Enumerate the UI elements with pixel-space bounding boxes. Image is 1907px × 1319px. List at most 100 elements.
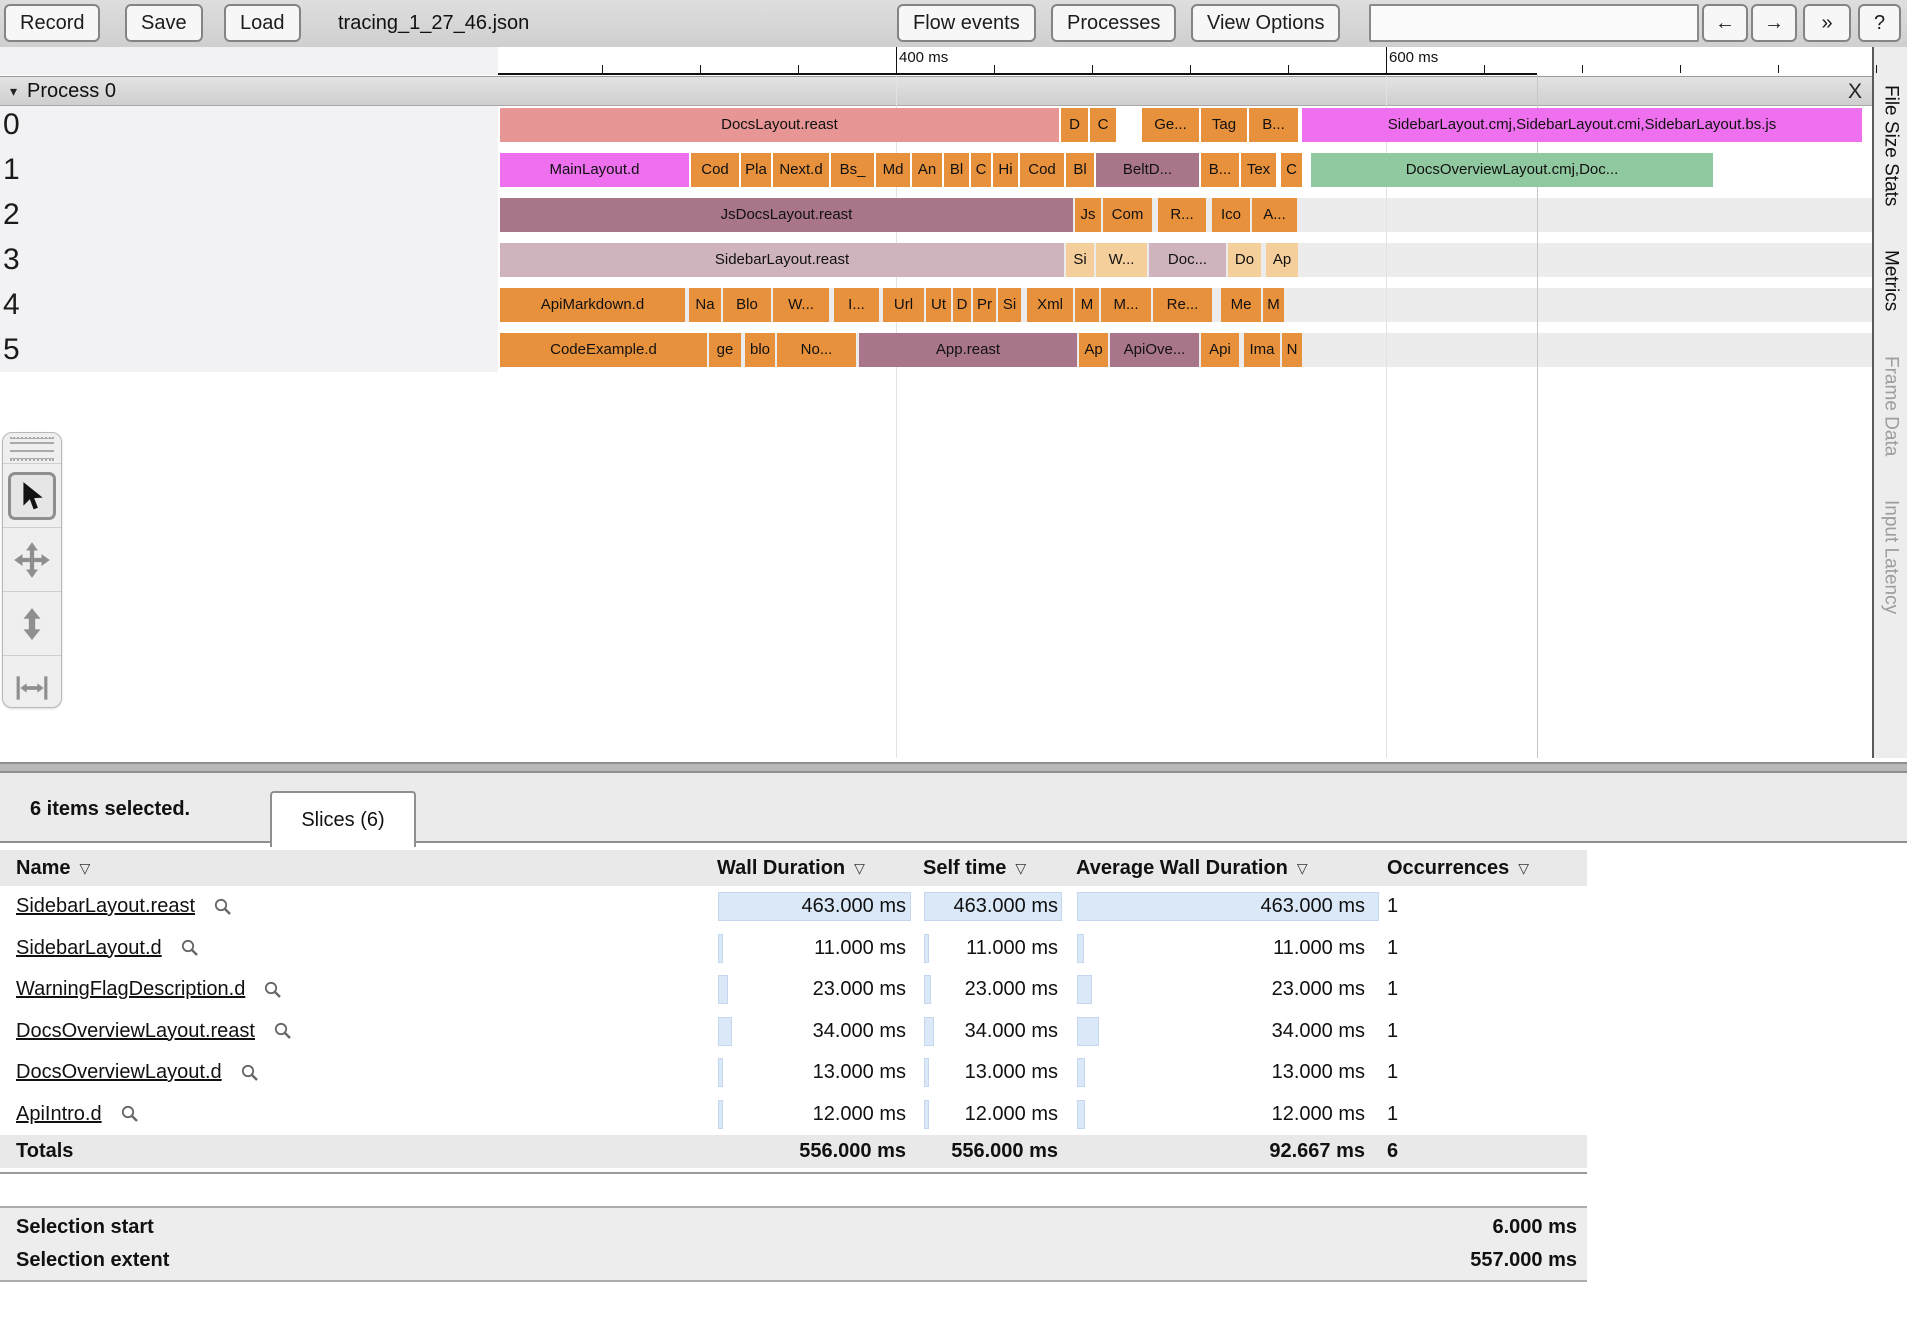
timing-tool-button[interactable] [3, 655, 61, 719]
magnifier-icon[interactable] [263, 980, 283, 1000]
search-input[interactable] [1369, 4, 1699, 42]
trace-slice[interactable]: blo [745, 333, 775, 367]
column-header-name[interactable]: Name ▽ [16, 850, 90, 886]
trace-slice[interactable]: M [1263, 288, 1284, 322]
trace-slice[interactable]: Hi [993, 153, 1018, 187]
trace-slice[interactable]: ApiOve... [1110, 333, 1199, 367]
view-options-button[interactable]: View Options [1191, 4, 1341, 42]
trace-slice[interactable]: Com [1103, 198, 1152, 232]
process-header[interactable]: ▾ Process 0 X [0, 76, 1872, 106]
magnifier-icon[interactable] [120, 1104, 140, 1124]
pan-tool-button[interactable] [3, 527, 61, 591]
trace-slice[interactable]: C [1090, 108, 1116, 142]
trace-slice[interactable]: Md [876, 153, 910, 187]
trace-slice[interactable]: Js [1075, 198, 1101, 232]
trace-slice[interactable]: Doc... [1149, 243, 1226, 277]
trace-slice[interactable]: I... [834, 288, 879, 322]
trace-slice[interactable]: Ima [1244, 333, 1280, 367]
find-previous-button[interactable]: ← [1702, 4, 1748, 42]
record-button[interactable]: Record [4, 4, 101, 42]
trace-slice[interactable]: Pla [741, 153, 771, 187]
zoom-tool-button[interactable] [3, 591, 61, 655]
timeline-ruler[interactable] [498, 47, 1872, 75]
trace-slice[interactable]: Api [1201, 333, 1239, 367]
trace-slice[interactable]: Ico [1212, 198, 1250, 232]
collapse-icon[interactable]: ▾ [10, 83, 17, 100]
trace-slice[interactable]: M [1075, 288, 1099, 322]
trace-slice[interactable]: C [1281, 153, 1302, 187]
trace-slice[interactable]: Tag [1201, 108, 1247, 142]
sidebar-tab-metrics[interactable]: Metrics [1880, 250, 1902, 311]
trace-slice[interactable]: Si [1066, 243, 1094, 277]
trace-slice[interactable]: C [971, 153, 991, 187]
help-button[interactable]: ? [1858, 4, 1901, 42]
column-header-wall-duration[interactable]: Wall Duration ▽ [717, 850, 865, 886]
load-button[interactable]: Load [224, 4, 301, 42]
trace-slice[interactable]: App.reast [859, 333, 1077, 367]
trace-slice[interactable]: M... [1101, 288, 1151, 322]
trace-slice[interactable]: CodeExample.d [500, 333, 707, 367]
magnifier-icon[interactable] [180, 938, 200, 958]
column-header-average-wall-duration[interactable]: Average Wall Duration ▽ [1076, 850, 1308, 886]
magnifier-icon[interactable] [240, 1063, 260, 1083]
trace-slice[interactable]: Blo [723, 288, 771, 322]
slice-name-link[interactable]: ApiIntro.d [16, 1103, 102, 1126]
selection-tool-button[interactable] [3, 463, 61, 527]
find-next-button[interactable]: → [1751, 4, 1797, 42]
trace-slice[interactable]: Ge... [1142, 108, 1199, 142]
trace-slice[interactable]: Tex [1241, 153, 1276, 187]
slice-name-link[interactable]: SidebarLayout.reast [16, 895, 195, 918]
trace-slice[interactable]: R... [1158, 198, 1206, 232]
trace-slice[interactable]: An [912, 153, 942, 187]
trace-slice[interactable]: Si [998, 288, 1021, 322]
trace-slice[interactable]: BeltD... [1096, 153, 1199, 187]
magnifier-icon[interactable] [213, 897, 233, 917]
trace-slice[interactable]: Pr [973, 288, 996, 322]
trace-slice[interactable]: Bl [944, 153, 969, 187]
trace-slice[interactable]: Na [689, 288, 721, 322]
close-icon[interactable]: X [1848, 77, 1862, 107]
trace-slice[interactable]: B... [1249, 108, 1298, 142]
tab-slices[interactable]: Slices (6) [270, 791, 416, 847]
column-header-self-time[interactable]: Self time ▽ [923, 850, 1026, 886]
save-button[interactable]: Save [125, 4, 203, 42]
trace-slice[interactable]: SidebarLayout.cmj,SidebarLayout.cmi,Side… [1302, 108, 1862, 142]
trace-slice[interactable]: Ap [1079, 333, 1108, 367]
trace-slice[interactable]: Cod [1020, 153, 1064, 187]
slice-name-link[interactable]: WarningFlagDescription.d [16, 978, 245, 1001]
magnifier-icon[interactable] [273, 1021, 293, 1041]
trace-slice[interactable]: JsDocsLayout.reast [500, 198, 1073, 232]
trace-slice[interactable]: W... [1096, 243, 1147, 277]
trace-slice[interactable]: DocsOverviewLayout.cmj,Doc... [1311, 153, 1713, 187]
trace-slice[interactable]: Bl [1066, 153, 1094, 187]
slice-name-link[interactable]: DocsOverviewLayout.d [16, 1061, 222, 1084]
trace-slice[interactable]: W... [773, 288, 829, 322]
processes-button[interactable]: Processes [1051, 4, 1177, 42]
slice-name-link[interactable]: SidebarLayout.d [16, 937, 162, 960]
trace-slice[interactable]: Ut [926, 288, 951, 322]
trace-slice[interactable]: D [1061, 108, 1088, 142]
trace-slice[interactable]: N [1282, 333, 1302, 367]
trace-slice[interactable]: Bs_ [831, 153, 874, 187]
slice-name-link[interactable]: DocsOverviewLayout.reast [16, 1020, 255, 1043]
trace-slice[interactable]: Next.d [773, 153, 829, 187]
trace-slice[interactable]: No... [777, 333, 856, 367]
trace-slice[interactable]: ge [709, 333, 741, 367]
trace-slice[interactable]: Re... [1153, 288, 1212, 322]
flow-events-button[interactable]: Flow events [897, 4, 1036, 42]
trace-slice[interactable]: ApiMarkdown.d [500, 288, 685, 322]
trace-slice[interactable]: B... [1201, 153, 1239, 187]
trace-slice[interactable]: MainLayout.d [500, 153, 689, 187]
column-header-occurrences[interactable]: Occurrences ▽ [1387, 850, 1529, 886]
trace-slice[interactable]: DocsLayout.reast [500, 108, 1059, 142]
trace-slice[interactable]: Cod [691, 153, 739, 187]
trace-slice[interactable]: D [953, 288, 971, 322]
grip-icon[interactable] [10, 437, 54, 461]
trace-slice[interactable]: Url [883, 288, 924, 322]
sidebar-tab-file-size-stats[interactable]: File Size Stats [1880, 85, 1902, 206]
panel-splitter[interactable] [0, 758, 1907, 775]
overflow-button[interactable]: » [1803, 4, 1851, 42]
trace-slice[interactable]: A... [1252, 198, 1297, 232]
trace-slice[interactable]: Xml [1027, 288, 1073, 322]
trace-slice[interactable]: Me [1221, 288, 1261, 322]
